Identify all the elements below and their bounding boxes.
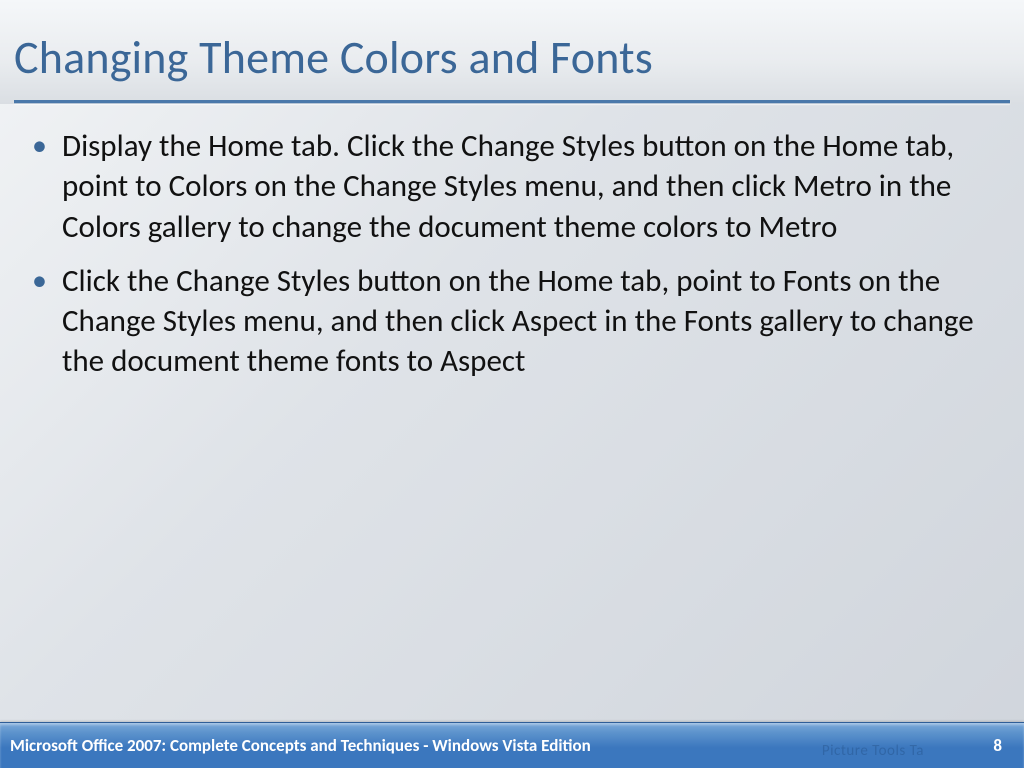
page-number: 8 (993, 735, 1002, 756)
slide-title: Changing Theme Colors and Fonts (14, 30, 1010, 94)
slide: Changing Theme Colors and Fonts Display … (0, 0, 1024, 768)
footer-bar: Microsoft Office 2007: Complete Concepts… (0, 722, 1024, 768)
body-area: Display the Home tab. Click the Change S… (0, 104, 1024, 382)
footer-text: Microsoft Office 2007: Complete Concepts… (10, 735, 591, 756)
list-item: Display the Home tab. Click the Change S… (56, 126, 998, 247)
bullet-list: Display the Home tab. Click the Change S… (26, 126, 998, 382)
title-area: Changing Theme Colors and Fonts (0, 0, 1024, 104)
list-item: Click the Change Styles button on the Ho… (56, 261, 998, 382)
footer-ghost-text: Picture Tools Ta (822, 742, 924, 760)
